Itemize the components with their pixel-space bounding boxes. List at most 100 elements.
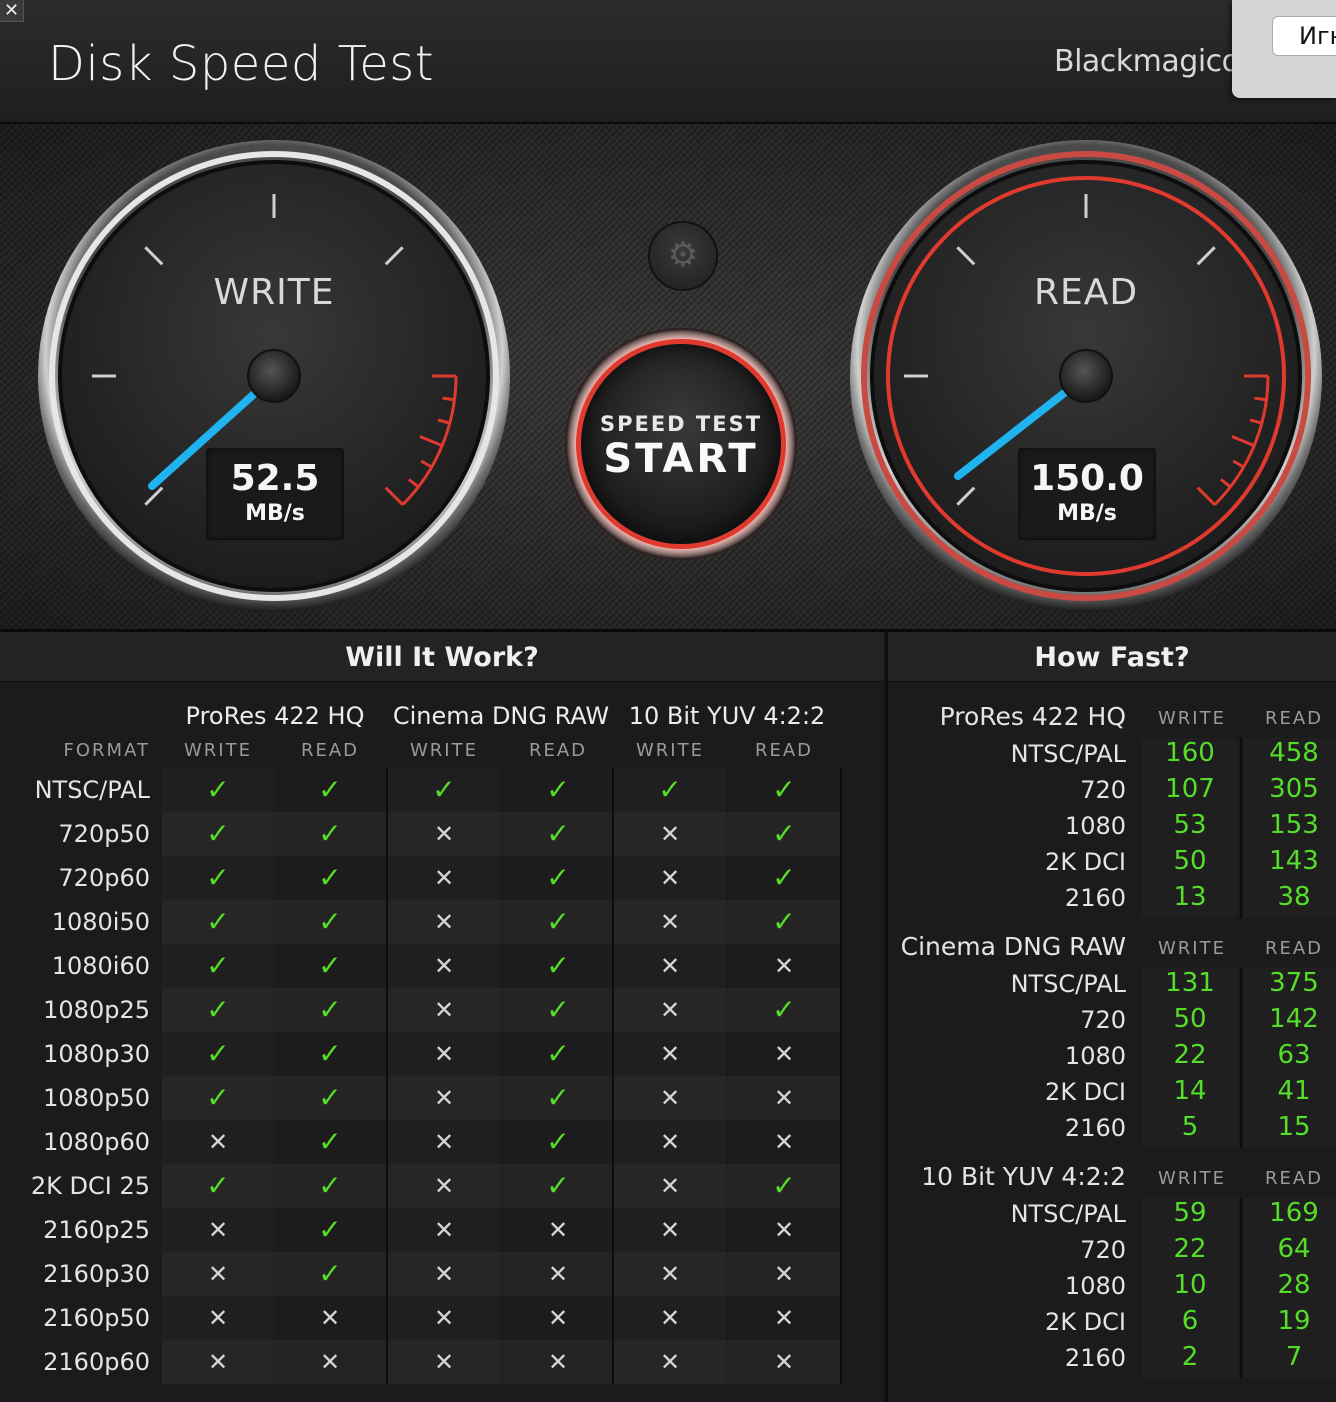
how-fast-panel: How Fast? ProRes 422 HQ WRITE READ NTSC/PAL… [886,632,1336,1402]
check-icon: ✓ [318,1081,342,1114]
how-fast-format-label: NTSC/PAL [1010,970,1126,998]
how-fast-read-header: READ [1264,1168,1324,1189]
check-icon: ✓ [206,773,230,806]
how-fast-divider [1240,968,1242,1148]
close-button[interactable]: ✕ [0,0,24,22]
format-label: 2160p30 [43,1260,150,1288]
cross-icon: ✕ [207,1304,229,1332]
read-speed-value: 41 [1277,1076,1311,1106]
check-icon: ✓ [318,817,342,850]
ignore-button[interactable]: Игнорировать [1272,16,1336,56]
how-fast-read-header: READ [1264,708,1324,729]
check-icon: ✓ [546,1081,570,1114]
cross-icon: ✕ [659,952,681,980]
check-icon: ✓ [206,949,230,982]
title-bar: ✕ Disk Speed Test Blackmagicdesign [0,0,1336,124]
format-label: 1080p25 [43,996,150,1024]
read-readout: 150.0 MB/s [1018,448,1156,540]
start-button-label: START [603,436,759,482]
cross-icon: ✕ [659,1348,681,1376]
check-icon: ✓ [206,1169,230,1202]
check-icon: ✓ [318,861,342,894]
how-fast-format-label: 2160 [1064,884,1126,912]
format-label: 2160p60 [43,1348,150,1376]
check-icon: ✓ [318,905,342,938]
format-label: 1080p30 [43,1040,150,1068]
write-speed-value: 6 [1181,1306,1199,1336]
cross-icon: ✕ [433,996,455,1024]
col-header-2: WRITE [410,740,478,761]
cross-icon: ✕ [207,1216,229,1244]
check-icon: ✓ [318,1257,342,1290]
check-icon: ✓ [318,1125,342,1158]
cross-icon: ✕ [433,1260,455,1288]
cross-icon: ✕ [659,996,681,1024]
how-fast-format-label: 720 [1080,776,1126,804]
write-readout: 52.5 MB/s [206,448,344,540]
check-icon: ✓ [658,773,682,806]
read-speed-value: 375 [1269,968,1319,998]
how-fast-write-header: WRITE [1158,708,1226,729]
col-header-1: READ [300,740,360,761]
will-it-work-panel: Will It Work? ProRes 422 HQ Cinema DNG RA… [0,632,884,1402]
cross-icon: ✕ [773,1040,795,1068]
format-label: 1080p50 [43,1084,150,1112]
app-title: Disk Speed Test [48,36,435,92]
read-speed-value: 28 [1277,1270,1311,1300]
check-icon: ✓ [772,993,796,1026]
gauge-panel: WRITE 52.5 MB/s READ 150.0 MB/s ⚙ SPEED … [0,124,1336,632]
how-fast-format-label: NTSC/PAL [1010,740,1126,768]
how-fast-read-header: READ [1264,938,1324,959]
notification-popup: Игнорировать [1232,0,1336,98]
how-fast-title: How Fast? [888,632,1336,682]
group-title-2: 10 Bit YUV 4:2:2 [628,702,826,730]
check-icon: ✓ [546,1169,570,1202]
read-speed-value: 169 [1269,1198,1319,1228]
brand-logo: Blackmagicdesign [1054,44,1232,79]
check-icon: ✓ [206,1081,230,1114]
cross-icon: ✕ [433,1084,455,1112]
read-gauge [850,140,1322,612]
read-speed-value: 64 [1277,1234,1311,1264]
read-speed-value: 458 [1269,738,1319,768]
format-label: 720p60 [58,864,150,892]
cross-icon: ✕ [773,952,795,980]
check-icon: ✓ [432,773,456,806]
write-speed-value: 131 [1165,968,1215,998]
read-speed-value: 7 [1285,1342,1303,1372]
read-speed-value: 15 [1277,1112,1311,1142]
write-speed-value: 22 [1173,1040,1207,1070]
settings-button[interactable]: ⚙ [650,223,716,289]
check-icon: ✓ [546,1125,570,1158]
gear-icon: ⚙ [667,235,699,275]
cross-icon: ✕ [659,1040,681,1068]
cross-icon: ✕ [547,1304,569,1332]
group-divider [840,768,842,1384]
format-label: NTSC/PAL [34,776,150,804]
how-fast-format-label: 2160 [1064,1114,1126,1142]
group-title-0: ProRes 422 HQ [185,702,365,730]
how-fast-format-label: 2K DCI [1045,848,1126,876]
cross-icon: ✕ [207,1348,229,1376]
how-fast-group-title: 10 Bit YUV 4:2:2 [921,1162,1126,1191]
how-fast-group-title: ProRes 422 HQ [939,702,1126,731]
col-header-3: READ [528,740,588,761]
check-icon: ✓ [546,949,570,982]
how-fast-format-label: 1080 [1064,1042,1126,1070]
write-speed-value: 50 [1173,846,1207,876]
cross-icon: ✕ [547,1260,569,1288]
read-speed-value: 305 [1269,774,1319,804]
speed-test-start-button[interactable]: SPEED TEST START [565,328,797,560]
cross-icon: ✕ [433,908,455,936]
col-header-5: READ [754,740,814,761]
how-fast-format-label: 2160 [1064,1344,1126,1372]
cross-icon: ✕ [659,1304,681,1332]
write-unit: MB/s [245,501,305,526]
read-gauge-label: READ [1033,272,1139,313]
write-speed-value: 2 [1181,1342,1199,1372]
how-fast-write-header: WRITE [1158,1168,1226,1189]
cross-icon: ✕ [433,1216,455,1244]
cross-icon: ✕ [773,1216,795,1244]
how-fast-write-header: WRITE [1158,938,1226,959]
read-speed-value: 38 [1277,882,1311,912]
